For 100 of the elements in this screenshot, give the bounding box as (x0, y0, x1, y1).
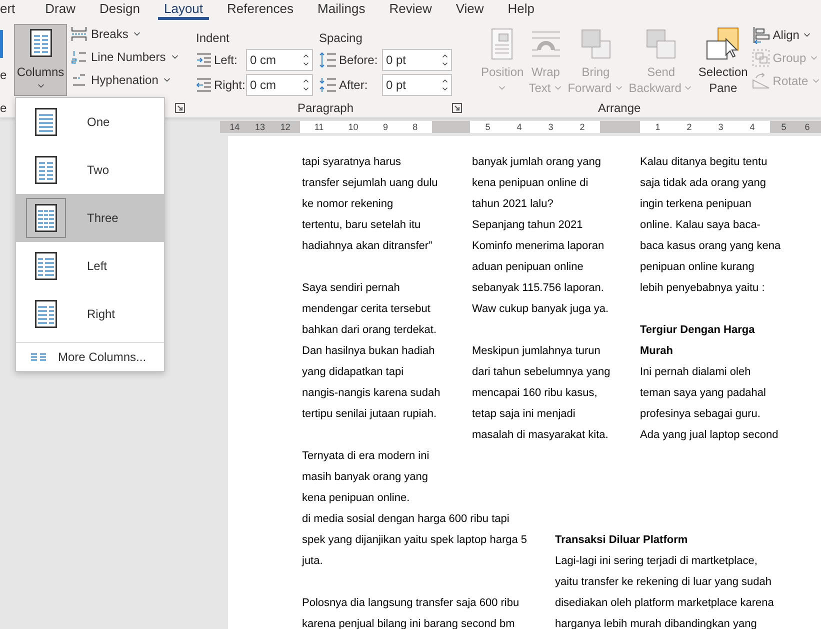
spin-up-icon[interactable] (302, 77, 310, 85)
body-text-line: yang didapatkan tapi (302, 365, 404, 380)
body-text-line: Saya sendiri pernah (302, 281, 400, 296)
body-text-line: dari tahun sebelumnya yang (472, 365, 610, 380)
ribbon-button[interactable]: Align (752, 26, 821, 44)
field-label: Before: (339, 52, 378, 69)
body-text-line: saja tidak ada orang yang (640, 176, 766, 191)
rotate-icon (752, 72, 770, 90)
ruler-number: 3 (548, 121, 554, 133)
body-text-line: Waw cukup banyak juga ya. (472, 302, 609, 317)
body-text-line: online. Kalau saya baca- (640, 218, 760, 233)
section-label: Spacing (319, 30, 362, 45)
page-columns-icon (30, 29, 52, 57)
body-text-line: nangis-nangis karena sudah (302, 386, 440, 401)
body-text-line: sebanyak 115.756 laporan. (472, 281, 604, 296)
body-text-line: Ternyata di era modern ini (302, 449, 430, 464)
ruler-number: 2 (686, 121, 692, 133)
ribbon-tab[interactable]: Design (94, 0, 146, 20)
menu-item[interactable]: Left (16, 242, 164, 290)
ruler-number: 9 (382, 121, 388, 133)
ruler-number: 1 (655, 121, 660, 133)
section-label: Indent (196, 30, 230, 45)
body-text-line: juta. (302, 554, 323, 569)
ribbon-tab[interactable]: Help (502, 0, 541, 20)
menu-item[interactable]: Two (16, 146, 164, 194)
menu-item[interactable]: Right (16, 290, 164, 338)
body-text-line: di media sosial dengan harga 600 ribu tapi (302, 512, 510, 527)
body-text-line: kena penipuan online di (472, 176, 588, 191)
menu-item[interactable]: Three (16, 194, 164, 242)
body-text-line: lebih penyebabnya yaitu : (640, 281, 765, 296)
spin-down-icon[interactable] (302, 60, 310, 68)
body-text-line: aduan penipuan online (472, 260, 584, 275)
ribbon-button[interactable]: Selection Pane (697, 26, 749, 96)
body-text-line: teman saya yang padahal (640, 386, 766, 401)
bring-forward-icon (580, 28, 612, 60)
body-text-line: Dan hasilnya bukan hadiah (302, 344, 435, 359)
group-label: Arrange (598, 100, 641, 117)
body-text-line: masih banyak orang yang (302, 470, 428, 485)
ribbon-tab[interactable]: Review (383, 0, 438, 20)
indent-left-icon (196, 53, 212, 67)
body-text-line: transfer sejumlah uang dulu (302, 176, 438, 191)
ribbon-tab[interactable]: Mailings (312, 0, 372, 20)
ribbon-button[interactable]: Line Numbers (71, 48, 180, 66)
body-text-line: bahkan dari orang terdekat. (302, 323, 437, 338)
body-text-line: baca kasus orang yang kena (640, 239, 781, 254)
group-label: e (0, 100, 7, 117)
ribbon-button[interactable]: Breaks (71, 25, 180, 43)
menu-item[interactable]: One (16, 98, 164, 146)
page-break-icon (71, 26, 87, 42)
body-text-line: spek yang dijanjikan yaitu spek laptop harga 5 (302, 533, 528, 548)
ribbon-tab[interactable]: References (221, 0, 300, 20)
body-text-line: Ada yang jual laptop second (640, 428, 778, 443)
spin-up-icon[interactable] (302, 52, 310, 60)
spin-up-icon[interactable] (441, 77, 449, 85)
line-numbers-icon (71, 49, 87, 65)
ruler-number: 11 (314, 121, 324, 133)
body-text-line: Polosnya dia langsung transfer saja 600 ribu (302, 596, 520, 611)
ruler-number: 3 (718, 121, 724, 133)
heading-text: Tergiur Dengan Harga (640, 323, 755, 338)
body-text-line: Kominfo menerima laporan (472, 239, 604, 254)
ribbon-button[interactable]: Hyphenation (71, 71, 180, 89)
columns-button[interactable]: Columns (14, 24, 67, 96)
body-text-line: tertipu senilai jutaan rupiah. (302, 407, 437, 422)
ruler-number: 4 (516, 121, 522, 133)
body-text-line: kena penipuan online. (302, 491, 410, 506)
ribbon-tab[interactable]: Draw (39, 0, 82, 20)
ruler[interactable]: 14 13 12 11 10 9 8 5 4 3 2 1 2 3 4 5 6 (220, 121, 821, 133)
spacing-after-icon (319, 77, 337, 93)
hyphenation-icon (71, 72, 87, 88)
field-label: After: (339, 77, 368, 94)
body-text-line: disediakan oleh platform marketplace karena (555, 596, 774, 611)
spin-field[interactable]: 0 pt (382, 49, 452, 71)
spin-down-icon[interactable] (302, 85, 310, 93)
spin-down-icon[interactable] (441, 60, 449, 68)
spin-field[interactable]: 0 cm (246, 49, 313, 71)
dialog-launcher-icon[interactable] (175, 103, 185, 113)
body-text-line: ke nomor rekening (302, 197, 394, 212)
spin-up-icon[interactable] (441, 52, 449, 60)
ribbon-tab[interactable]: View (450, 0, 490, 20)
group-icon (752, 49, 770, 67)
body-text-line: Sepanjang tahun 2021 (472, 218, 583, 233)
body-text-line: ingin terkena penipuan (640, 197, 752, 212)
columns-icon (30, 352, 48, 362)
page-columns-icon (35, 300, 57, 328)
body-text-line: Meskipun jumlahnya turun (472, 344, 600, 359)
spin-down-icon[interactable] (441, 85, 449, 93)
page-columns-icon (35, 252, 57, 280)
body-text-line: Ini pernah dialami oleh (640, 365, 751, 380)
menu-item[interactable]: More Columns... (16, 343, 164, 371)
spin-field[interactable]: 0 cm (246, 74, 313, 96)
spin-field[interactable]: 0 pt (382, 74, 452, 96)
body-text-line: tapi syaratnya harus (302, 155, 402, 170)
dialog-launcher-icon[interactable] (452, 103, 462, 113)
body-text-line: tertentu, baru setelah itu (302, 218, 421, 233)
ribbon-tab[interactable]: ert (0, 0, 22, 20)
body-text-line: masalah di masyarakat kita. (472, 428, 608, 443)
body-text-line: banyak jumlah orang yang (472, 155, 602, 170)
body-text-line: harganya lebih murah dibandingkan yang (555, 617, 757, 629)
heading-text: Murah (640, 344, 673, 359)
body-text-line: yaitu transfer ke rekening di luar yang sudah (555, 575, 772, 590)
